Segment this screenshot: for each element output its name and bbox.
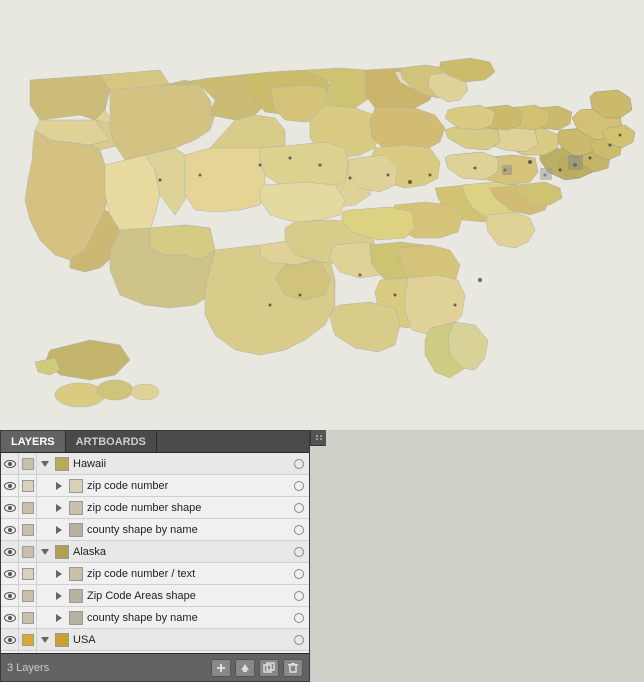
target-icon-hawaii-zip-number[interactable] <box>289 481 309 491</box>
delete-button[interactable] <box>283 659 303 677</box>
visibility-icon-hawaii[interactable] <box>1 453 19 474</box>
layer-name-alaska: Alaska <box>73 546 289 558</box>
tab-layers[interactable]: LAYERS <box>1 431 66 452</box>
layer-row-hawaii-zip-number[interactable]: zip code number <box>1 475 309 497</box>
layer-row-hawaii-county[interactable]: county shape by name <box>1 519 309 541</box>
expand-arrow-alaska-zip-shape[interactable] <box>51 592 67 600</box>
visibility-icon-alaska-zip-shape[interactable] <box>1 585 19 606</box>
layer-thumbnail-hawaii-county <box>67 523 85 537</box>
panel-tabs: LAYERS ARTBOARDS <box>1 431 309 453</box>
map-area <box>0 0 644 430</box>
visibility-icon-hawaii-zip-number[interactable] <box>1 475 19 496</box>
expand-arrow-hawaii-zip-number[interactable] <box>51 482 67 490</box>
visibility-icon-usa[interactable] <box>1 629 19 650</box>
visibility-icon-hawaii-county[interactable] <box>1 519 19 540</box>
layer-name-hawaii-county: county shape by name <box>87 524 289 536</box>
layer-row-usa[interactable]: USA <box>1 629 309 651</box>
target-icon-alaska-county[interactable] <box>289 613 309 623</box>
layer-name-alaska-zip-shape: Zip Code Areas shape <box>87 590 289 602</box>
color-swatch-alaska <box>19 541 37 562</box>
expand-arrow-hawaii[interactable] <box>37 461 53 467</box>
target-icon-hawaii-zip-shape[interactable] <box>289 503 309 513</box>
color-swatch-usa <box>19 629 37 650</box>
layer-row-alaska[interactable]: Alaska <box>1 541 309 563</box>
layer-name-hawaii-zip-shape: zip code number shape <box>87 502 289 514</box>
layer-row-alaska-zip-text[interactable]: zip code number / text <box>1 563 309 585</box>
color-swatch-hawaii-zip-number <box>19 475 37 496</box>
expand-arrow-alaska-county[interactable] <box>51 614 67 622</box>
layer-thumbnail-usa <box>53 633 71 647</box>
panel-footer: 3 Layers <box>1 653 309 681</box>
layer-thumbnail-hawaii-zip-shape <box>67 501 85 515</box>
layer-name-hawaii: Hawaii <box>73 458 289 470</box>
layer-thumbnail-alaska-county <box>67 611 85 625</box>
color-swatch-hawaii-zip-shape <box>19 497 37 518</box>
layers-panel: LAYERS ARTBOARDS Hawaii zip code number zi… <box>0 430 310 682</box>
target-icon-alaska-zip-shape[interactable] <box>289 591 309 601</box>
layer-row-alaska-zip-shape[interactable]: Zip Code Areas shape <box>1 585 309 607</box>
target-icon-usa[interactable] <box>289 635 309 645</box>
expand-arrow-alaska-zip-text[interactable] <box>51 570 67 578</box>
layers-count: 3 Layers <box>7 662 207 674</box>
layer-row-hawaii[interactable]: Hawaii <box>1 453 309 475</box>
layer-thumbnail-alaska <box>53 545 71 559</box>
layer-row-alaska-county[interactable]: county shape by name <box>1 607 309 629</box>
color-swatch-alaska-county <box>19 607 37 628</box>
visibility-icon-alaska[interactable] <box>1 541 19 562</box>
visibility-icon-hawaii-zip-shape[interactable] <box>1 497 19 518</box>
layer-name-hawaii-zip-number: zip code number <box>87 480 289 492</box>
layer-name-usa: USA <box>73 634 289 646</box>
panel-resize-handle[interactable] <box>310 430 326 446</box>
target-icon-hawaii[interactable] <box>289 459 309 469</box>
layer-name-alaska-zip-text: zip code number / text <box>87 568 289 580</box>
new-layer-button[interactable] <box>211 659 231 677</box>
visibility-icon-alaska-county[interactable] <box>1 607 19 628</box>
move-up-button[interactable] <box>235 659 255 677</box>
target-icon-alaska[interactable] <box>289 547 309 557</box>
layer-name-alaska-county: county shape by name <box>87 612 289 624</box>
expand-arrow-hawaii-county[interactable] <box>51 526 67 534</box>
color-swatch-hawaii-county <box>19 519 37 540</box>
layer-row-usa-zip-area-text[interactable]: zip code area number /text <box>1 651 309 653</box>
expand-arrow-hawaii-zip-shape[interactable] <box>51 504 67 512</box>
map-svg <box>0 0 644 430</box>
layer-row-hawaii-zip-shape[interactable]: zip code number shape <box>1 497 309 519</box>
layer-thumbnail-hawaii-zip-number <box>67 479 85 493</box>
layer-thumbnail-hawaii <box>53 457 71 471</box>
duplicate-button[interactable] <box>259 659 279 677</box>
tab-artboards[interactable]: ARTBOARDS <box>66 431 157 452</box>
color-swatch-usa-zip-area-text <box>19 651 37 653</box>
color-swatch-alaska-zip-text <box>19 563 37 584</box>
layers-list[interactable]: Hawaii zip code number zip code number sha… <box>1 453 309 653</box>
color-swatch-alaska-zip-shape <box>19 585 37 606</box>
layer-thumbnail-alaska-zip-text <box>67 567 85 581</box>
visibility-icon-alaska-zip-text[interactable] <box>1 563 19 584</box>
color-swatch-hawaii <box>19 453 37 474</box>
layer-thumbnail-alaska-zip-shape <box>67 589 85 603</box>
target-icon-hawaii-county[interactable] <box>289 525 309 535</box>
target-icon-alaska-zip-text[interactable] <box>289 569 309 579</box>
visibility-icon-usa-zip-area-text[interactable] <box>1 651 19 653</box>
expand-arrow-usa[interactable] <box>37 637 53 643</box>
expand-arrow-alaska[interactable] <box>37 549 53 555</box>
